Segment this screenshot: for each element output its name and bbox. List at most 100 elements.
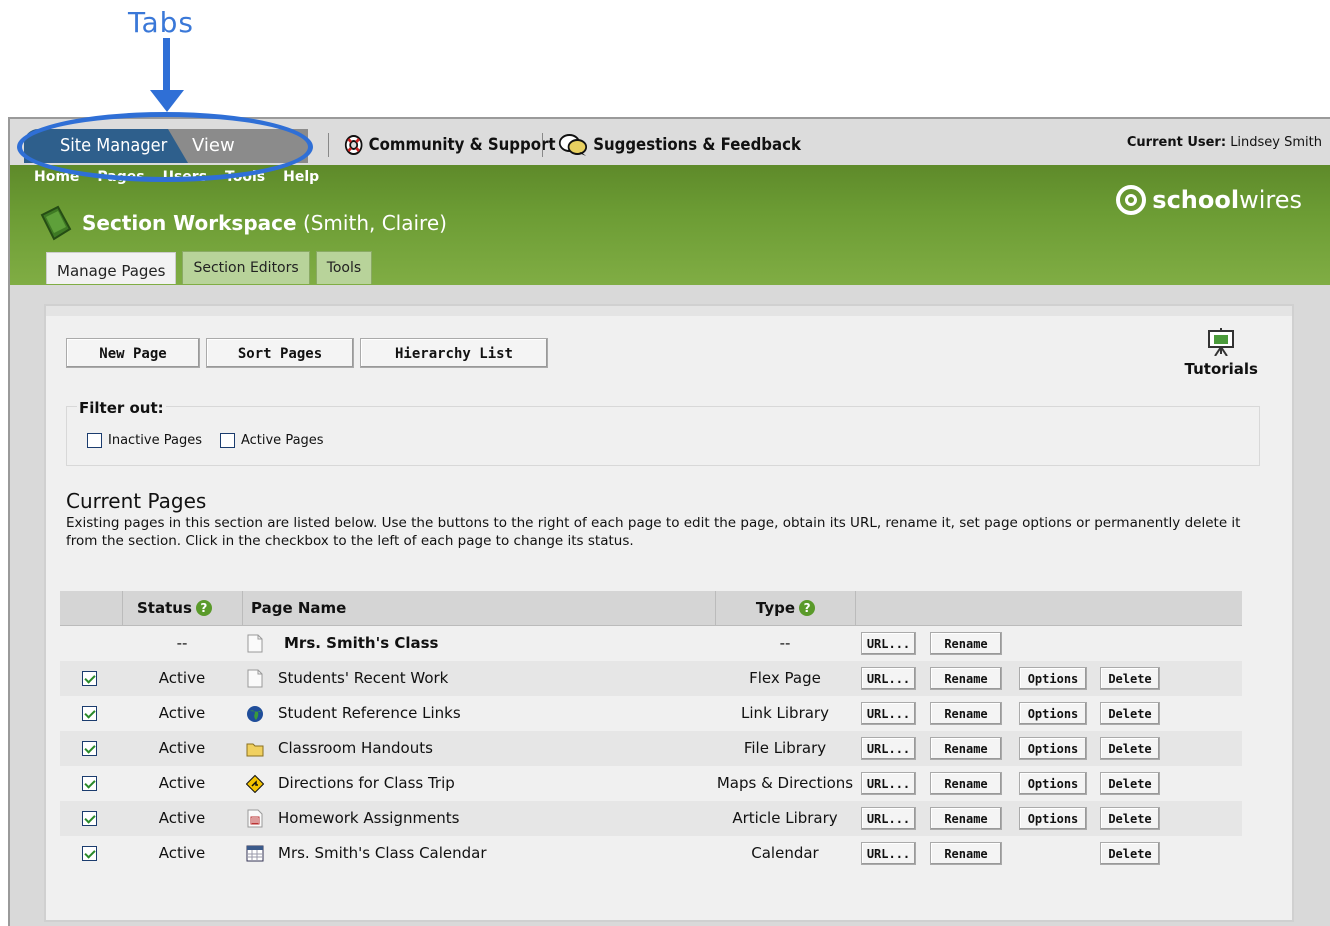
table-row: Active Directions for Class Trip Maps & Di…: [60, 766, 1242, 801]
tutorials-label: Tutorials: [1184, 360, 1258, 378]
delete-button[interactable]: Delete: [1100, 702, 1160, 725]
status-checkbox[interactable]: [82, 846, 97, 861]
type-cell: Link Library: [741, 704, 829, 722]
nav-item-tools[interactable]: Tools: [225, 169, 265, 185]
current-pages-description: Existing pages in this section are liste…: [66, 515, 1241, 549]
status-checkbox[interactable]: [82, 811, 97, 826]
tab-view-website[interactable]: View Website: [168, 129, 308, 163]
status-checkbox[interactable]: [82, 776, 97, 791]
tab-tools[interactable]: Tools: [315, 251, 373, 284]
url-button[interactable]: URL...: [861, 807, 916, 830]
page-name-link[interactable]: Classroom Handouts: [278, 731, 433, 766]
page-name-link[interactable]: Mrs. Smith's Class Calendar: [278, 836, 487, 871]
community-support-link[interactable]: Community & Support: [344, 131, 556, 159]
delete-button[interactable]: Delete: [1100, 772, 1160, 795]
status-checkbox[interactable]: [82, 741, 97, 756]
nav-item-pages[interactable]: Pages: [97, 169, 144, 185]
nav-item-home[interactable]: Home: [34, 169, 79, 185]
options-button[interactable]: Options: [1019, 772, 1087, 795]
help-icon[interactable]: ?: [799, 600, 816, 616]
delete-button[interactable]: Delete: [1100, 807, 1160, 830]
suggestions-feedback-link[interactable]: Suggestions & Feedback: [558, 131, 801, 159]
main-nav: Home Pages Users Tools Help: [34, 169, 319, 185]
divider: [328, 133, 329, 157]
article-icon: [246, 809, 264, 828]
options-button[interactable]: Options: [1019, 667, 1087, 690]
type-cell: --: [779, 634, 791, 652]
page-name-link[interactable]: Student Reference Links: [278, 696, 461, 731]
rename-button[interactable]: Rename: [930, 842, 1002, 865]
subtabs: Manage Pages Section Editors Tools: [46, 251, 373, 284]
url-button[interactable]: URL...: [861, 702, 916, 725]
options-button[interactable]: Options: [1019, 807, 1087, 830]
options-button[interactable]: Options: [1019, 737, 1087, 760]
workspace-title: Section Workspace (Smith, Claire): [82, 211, 447, 235]
table-header: Status? Page Name Type?: [60, 591, 1242, 626]
table-row: Active Classroom Handouts File Library URL.…: [60, 731, 1242, 766]
page-name-link[interactable]: Mrs. Smith's Class: [284, 626, 438, 661]
tutorials-link[interactable]: Tutorials: [1185, 328, 1258, 378]
annotation-label: Tabs: [128, 6, 194, 39]
rename-button[interactable]: Rename: [930, 702, 1002, 725]
pages-table: Status? Page Name Type? -- Mrs. Smith's C…: [60, 591, 1242, 871]
help-icon[interactable]: ?: [195, 600, 212, 616]
delete-button[interactable]: Delete: [1100, 667, 1160, 690]
url-button[interactable]: URL...: [861, 772, 916, 795]
status-cell: Active: [158, 774, 206, 792]
header-status: Status?: [122, 591, 242, 625]
status-checkbox[interactable]: [82, 706, 97, 721]
current-user-label: Current User:: [1126, 135, 1227, 150]
current-pages-title: Current Pages: [66, 489, 207, 513]
options-button[interactable]: Options: [1019, 702, 1087, 725]
page-name-link[interactable]: Students' Recent Work: [278, 661, 448, 696]
directions-icon: [245, 774, 265, 794]
annotation-arrow-icon: [150, 38, 184, 112]
site-manager-window: Site Manager View Website Community & Su…: [8, 117, 1330, 926]
type-cell: Maps & Directions: [716, 774, 854, 792]
rename-button[interactable]: Rename: [930, 807, 1002, 830]
type-cell: Article Library: [732, 809, 838, 827]
page-name-link[interactable]: Directions for Class Trip: [278, 766, 455, 801]
schoolwires-logo: schoolwires: [1116, 185, 1302, 215]
status-checkbox[interactable]: [82, 671, 97, 686]
header-status-label: Status: [137, 599, 192, 617]
nav-item-help[interactable]: Help: [283, 169, 319, 185]
inactive-pages-checkbox[interactable]: [87, 433, 102, 448]
header-select: [60, 591, 122, 625]
rename-button[interactable]: Rename: [930, 667, 1002, 690]
type-cell: Calendar: [751, 844, 819, 862]
nav-item-users[interactable]: Users: [163, 169, 207, 185]
rename-button[interactable]: Rename: [930, 737, 1002, 760]
new-page-button[interactable]: New Page: [66, 338, 200, 368]
top-bar: Site Manager View Website Community & Su…: [10, 119, 1330, 165]
tab-site-manager[interactable]: Site Manager: [24, 129, 189, 163]
delete-button[interactable]: Delete: [1100, 842, 1160, 865]
sort-pages-button[interactable]: Sort Pages: [206, 338, 354, 368]
tab-manage-pages[interactable]: Manage Pages: [46, 252, 177, 284]
page-name-link[interactable]: Homework Assignments: [278, 801, 460, 836]
status-cell: Active: [158, 669, 206, 687]
speech-bubbles-icon: [558, 134, 588, 156]
tab-section-editors[interactable]: Section Editors: [182, 251, 310, 284]
active-pages-checkbox[interactable]: [219, 433, 235, 448]
rename-button[interactable]: Rename: [930, 632, 1002, 655]
suggestions-feedback-label: Suggestions & Feedback: [593, 135, 801, 155]
delete-button[interactable]: Delete: [1100, 737, 1160, 760]
url-button[interactable]: URL...: [861, 632, 916, 655]
header-page-name-label: Page Name: [251, 599, 347, 617]
calendar-icon: [246, 844, 264, 863]
filter-options: Inactive Pages Active Pages: [87, 433, 324, 448]
rename-button[interactable]: Rename: [930, 772, 1002, 795]
logo-ring-icon: [1116, 185, 1147, 215]
active-pages-label: Active Pages: [240, 433, 324, 448]
header-type-label: Type: [755, 599, 796, 617]
header-page-name: Page Name: [242, 591, 715, 625]
community-support-label: Community & Support: [368, 135, 556, 155]
page-icon: [246, 669, 264, 688]
hierarchy-list-button[interactable]: Hierarchy List: [360, 338, 548, 368]
easel-icon: [1208, 328, 1235, 357]
url-button[interactable]: URL...: [861, 842, 916, 865]
workspace-title-owner: (Smith, Claire): [302, 211, 447, 235]
url-button[interactable]: URL...: [861, 667, 916, 690]
url-button[interactable]: URL...: [861, 737, 916, 760]
